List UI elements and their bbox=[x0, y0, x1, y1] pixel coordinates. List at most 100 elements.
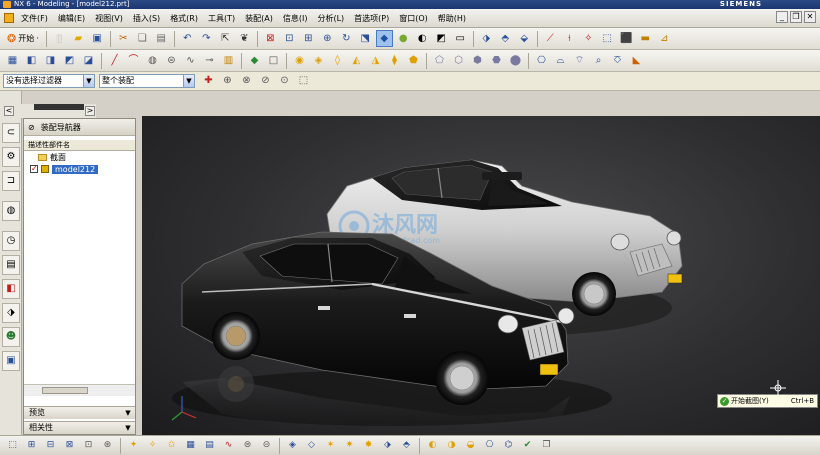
snap-end-icon[interactable]: ⊕ bbox=[219, 73, 236, 90]
type-filter-select[interactable]: 没有选择过滤器 ▼ bbox=[3, 74, 95, 88]
menu-tools[interactable]: 工具(T) bbox=[203, 13, 240, 24]
start-button[interactable]: ❂ 开始 · bbox=[3, 32, 43, 45]
blend-icon[interactable]: ◉ bbox=[291, 52, 308, 69]
command-finder-icon[interactable]: ❦ bbox=[236, 30, 253, 47]
arc-icon[interactable]: ⌒ bbox=[125, 52, 142, 69]
sketch-icon[interactable]: ▦ bbox=[4, 52, 21, 69]
menu-preferences[interactable]: 首选项(P) bbox=[349, 13, 394, 24]
app-menu-icon[interactable] bbox=[4, 13, 14, 23]
weight-icon[interactable]: ◒ bbox=[462, 437, 479, 454]
checkbox-checked-icon[interactable]: ✓ bbox=[30, 165, 38, 173]
pattern-component-icon[interactable]: ✶ bbox=[322, 437, 339, 454]
extrude-icon[interactable]: ◧ bbox=[23, 52, 40, 69]
assembly-filter-select[interactable]: 整个装配 ▼ bbox=[99, 74, 195, 88]
redo-icon[interactable]: ↷ bbox=[198, 30, 215, 47]
menu-analysis[interactable]: 分析(L) bbox=[312, 13, 349, 24]
line-icon[interactable]: ╱ bbox=[106, 52, 123, 69]
select-icon[interactable]: ⇱ bbox=[217, 30, 234, 47]
preview-section[interactable]: 预览 ▼ bbox=[24, 406, 135, 419]
mesh-icon[interactable]: ⬠ bbox=[431, 52, 448, 69]
zoom-icon[interactable]: ⊡ bbox=[281, 30, 298, 47]
chevron-down-icon[interactable]: ▼ bbox=[183, 75, 194, 87]
show-only-icon[interactable]: ⬗ bbox=[379, 437, 396, 454]
section-icon[interactable]: ▭ bbox=[452, 30, 469, 47]
fillet-face-icon[interactable]: ◣ bbox=[628, 52, 645, 69]
suppress-icon[interactable]: ◈ bbox=[284, 437, 301, 454]
reuse-library-tab-icon[interactable]: ◍ bbox=[2, 201, 20, 221]
pan-icon[interactable]: ⊕ bbox=[319, 30, 336, 47]
render-style-icon[interactable]: ● bbox=[395, 30, 412, 47]
dependencies-section[interactable]: 相关性 ▼ bbox=[24, 421, 135, 434]
save-icon[interactable]: ▣ bbox=[89, 30, 106, 47]
block-icon[interactable]: □ bbox=[265, 52, 282, 69]
open-icon[interactable]: ▰ bbox=[70, 30, 87, 47]
system-materials-tab-icon[interactable]: ▤ bbox=[2, 255, 20, 275]
analysis-icon[interactable]: ✧ bbox=[580, 30, 597, 47]
snap-mid-icon[interactable]: ⊗ bbox=[238, 73, 255, 90]
roles-tab-icon[interactable]: ☻ bbox=[2, 327, 20, 347]
expand-right-icon[interactable]: > bbox=[85, 106, 95, 116]
scroll-thumb[interactable] bbox=[42, 387, 88, 394]
shell-icon[interactable]: ◊ bbox=[329, 52, 346, 69]
pin-icon[interactable]: ⊘ bbox=[28, 123, 35, 132]
pattern-icon[interactable]: ◮ bbox=[367, 52, 384, 69]
explode-icon[interactable]: ⊡ bbox=[80, 437, 97, 454]
cloning-icon[interactable]: ❐ bbox=[538, 437, 555, 454]
collapse-left-icon[interactable]: < bbox=[4, 106, 14, 116]
check-icon[interactable]: ✔ bbox=[519, 437, 536, 454]
trim-icon[interactable]: ◪ bbox=[80, 52, 97, 69]
extract-icon[interactable]: ⬤ bbox=[507, 52, 524, 69]
hole-icon[interactable]: ∿ bbox=[182, 52, 199, 69]
mate-icon[interactable]: ⊛ bbox=[99, 437, 116, 454]
menu-help[interactable]: 帮助(H) bbox=[433, 13, 471, 24]
mirror-assembly-icon[interactable]: ✷ bbox=[341, 437, 358, 454]
start-dropdown[interactable]: · bbox=[36, 34, 39, 43]
snap-icon[interactable]: ⬗ bbox=[478, 30, 495, 47]
horizontal-scrollbar[interactable] bbox=[24, 384, 135, 396]
paste-icon[interactable]: ▤ bbox=[153, 30, 170, 47]
background-icon[interactable]: ◩ bbox=[433, 30, 450, 47]
wcs-icon[interactable]: ⬘ bbox=[497, 30, 514, 47]
snap-more-icon[interactable]: ⬚ bbox=[295, 73, 312, 90]
face-icon[interactable]: ⌔ bbox=[571, 52, 588, 69]
screenshot-tooltip[interactable]: ✓ 开始截图(Y) Ctrl+B bbox=[717, 394, 818, 408]
close-icon[interactable]: ✕ bbox=[804, 11, 816, 23]
draft-icon[interactable]: ◭ bbox=[348, 52, 365, 69]
menu-assemblies[interactable]: 装配(A) bbox=[240, 13, 278, 24]
select-all-icon[interactable]: ⬚ bbox=[4, 437, 21, 454]
flange-icon[interactable]: ⎏ bbox=[609, 52, 626, 69]
part-navigator-tab-icon[interactable]: ⊐ bbox=[2, 171, 20, 191]
product-interface-icon[interactable]: ⌬ bbox=[500, 437, 517, 454]
point-icon[interactable]: ◍ bbox=[144, 52, 161, 69]
snap-center-icon[interactable]: ⊘ bbox=[257, 73, 274, 90]
rotate-icon[interactable]: ↻ bbox=[338, 30, 355, 47]
menu-file[interactable]: 文件(F) bbox=[16, 13, 53, 24]
plane-icon[interactable]: ⊜ bbox=[163, 52, 180, 69]
link-icon[interactable]: ⊝ bbox=[258, 437, 275, 454]
bom-icon[interactable]: ▤ bbox=[201, 437, 218, 454]
handle-grip[interactable] bbox=[34, 104, 84, 110]
column-header[interactable]: 描述性部件名 bbox=[24, 140, 135, 151]
datum-icon[interactable]: ◆ bbox=[246, 52, 263, 69]
array-icon[interactable]: ✦ bbox=[125, 437, 142, 454]
menu-insert[interactable]: 插入(S) bbox=[128, 13, 165, 24]
process-studio-tab-icon[interactable]: ⬗ bbox=[2, 303, 20, 323]
copy-icon[interactable]: ❏ bbox=[134, 30, 151, 47]
envelope-icon[interactable]: ◑ bbox=[443, 437, 460, 454]
snap-point-icon[interactable]: ✚ bbox=[200, 73, 217, 90]
tree-node-section[interactable]: 截面 bbox=[24, 151, 135, 163]
grid-icon[interactable]: ⬚ bbox=[599, 30, 616, 47]
display-icon[interactable]: ◐ bbox=[424, 437, 441, 454]
sew-icon[interactable]: ⬣ bbox=[488, 52, 505, 69]
deform-icon[interactable]: ◇ bbox=[303, 437, 320, 454]
constraint-icon[interactable]: ⊠ bbox=[61, 437, 78, 454]
edit-arrangement-icon[interactable]: ✸ bbox=[360, 437, 377, 454]
zoom-window-icon[interactable]: ⊞ bbox=[300, 30, 317, 47]
wave-icon[interactable]: ∿ bbox=[220, 437, 237, 454]
thicken-icon[interactable]: ⬡ bbox=[450, 52, 467, 69]
constraint-navigator-tab-icon[interactable]: ⚙ bbox=[2, 147, 20, 167]
pattern-face-icon[interactable]: ⊿ bbox=[656, 30, 673, 47]
measure-icon[interactable]: ⟊ bbox=[561, 30, 578, 47]
half-shade-icon[interactable]: ◐ bbox=[414, 30, 431, 47]
assembly-navigator-tab-icon[interactable]: ⊂ bbox=[2, 123, 20, 143]
